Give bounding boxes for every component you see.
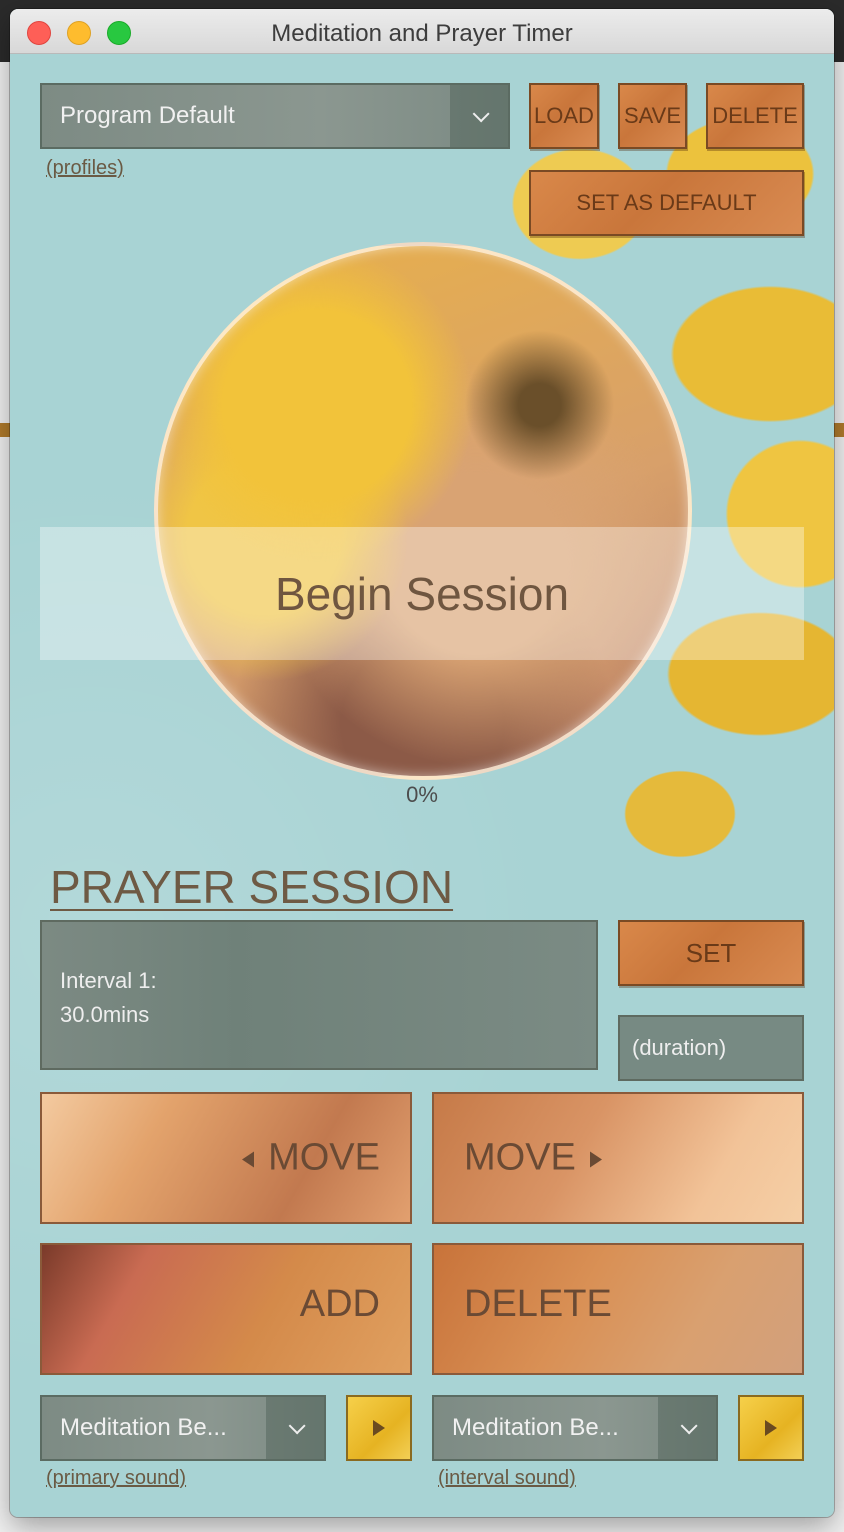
set-duration-button[interactable]: SET: [618, 920, 804, 986]
interval-sound-select[interactable]: Meditation Be...: [432, 1395, 718, 1461]
move-right-button[interactable]: MOVE: [432, 1092, 804, 1224]
add-label: ADD: [299, 1283, 380, 1325]
interval-sound-value: Meditation Be...: [452, 1414, 619, 1441]
move-left-content: MOVE: [242, 1137, 380, 1180]
interval-value: 30.0mins: [60, 1002, 150, 1027]
profile-select-value: Program Default: [60, 102, 235, 129]
prayer-session-title: PRAYER SESSION: [50, 861, 454, 913]
arrow-left-icon: [242, 1151, 255, 1168]
move-left-label: MOVE: [268, 1136, 380, 1179]
profile-select[interactable]: Program Default: [40, 83, 510, 149]
chevron-down-icon: [680, 1417, 698, 1435]
interval-label: Interval 1:: [60, 968, 157, 993]
move-right-label: MOVE: [464, 1136, 576, 1179]
primary-sound-dropdown-toggle[interactable]: [266, 1397, 324, 1459]
session-circle: [154, 242, 692, 780]
move-right-content: MOVE: [464, 1137, 602, 1180]
arrow-right-icon: [589, 1151, 602, 1168]
begin-session-button[interactable]: Begin Session: [40, 527, 804, 660]
title-bar[interactable]: Meditation and Prayer Timer: [10, 9, 834, 54]
profile-dropdown-toggle[interactable]: [450, 85, 508, 147]
primary-sound-select[interactable]: Meditation Be...: [40, 1395, 326, 1461]
play-interval-sound-button[interactable]: [738, 1395, 804, 1461]
chevron-down-icon: [288, 1417, 306, 1435]
delete-label: DELETE: [464, 1283, 612, 1325]
interval-sound-dropdown-toggle[interactable]: [658, 1397, 716, 1459]
primary-sound-link[interactable]: (primary sound): [46, 1467, 186, 1490]
set-as-default-button[interactable]: SET AS DEFAULT: [529, 170, 804, 236]
interval-list[interactable]: Interval 1: 30.0mins: [40, 920, 598, 1070]
delete-profile-button[interactable]: DELETE: [706, 83, 804, 149]
timer-window: Meditation and Prayer Timer Program Defa…: [10, 9, 834, 1517]
play-icon: [765, 1420, 777, 1436]
window-title: Meditation and Prayer Timer: [271, 20, 573, 47]
duration-field[interactable]: (duration): [618, 1015, 804, 1081]
move-left-button[interactable]: MOVE: [40, 1092, 412, 1224]
chevron-down-icon: [472, 105, 490, 123]
begin-session-label: Begin Session: [274, 567, 570, 620]
main-content: Program Default (profiles) LOAD SAVE DEL…: [10, 54, 834, 1517]
add-interval-button[interactable]: ADD: [40, 1243, 412, 1375]
delete-interval-button[interactable]: DELETE: [432, 1243, 804, 1375]
play-icon: [373, 1420, 385, 1436]
primary-sound-value: Meditation Be...: [60, 1414, 227, 1441]
load-button[interactable]: LOAD: [529, 83, 599, 149]
interval-sound-link[interactable]: (interval sound): [438, 1467, 576, 1490]
save-button[interactable]: SAVE: [618, 83, 687, 149]
session-progress-text: 0%: [406, 782, 438, 807]
play-primary-sound-button[interactable]: [346, 1395, 412, 1461]
profiles-link[interactable]: (profiles): [46, 157, 124, 180]
